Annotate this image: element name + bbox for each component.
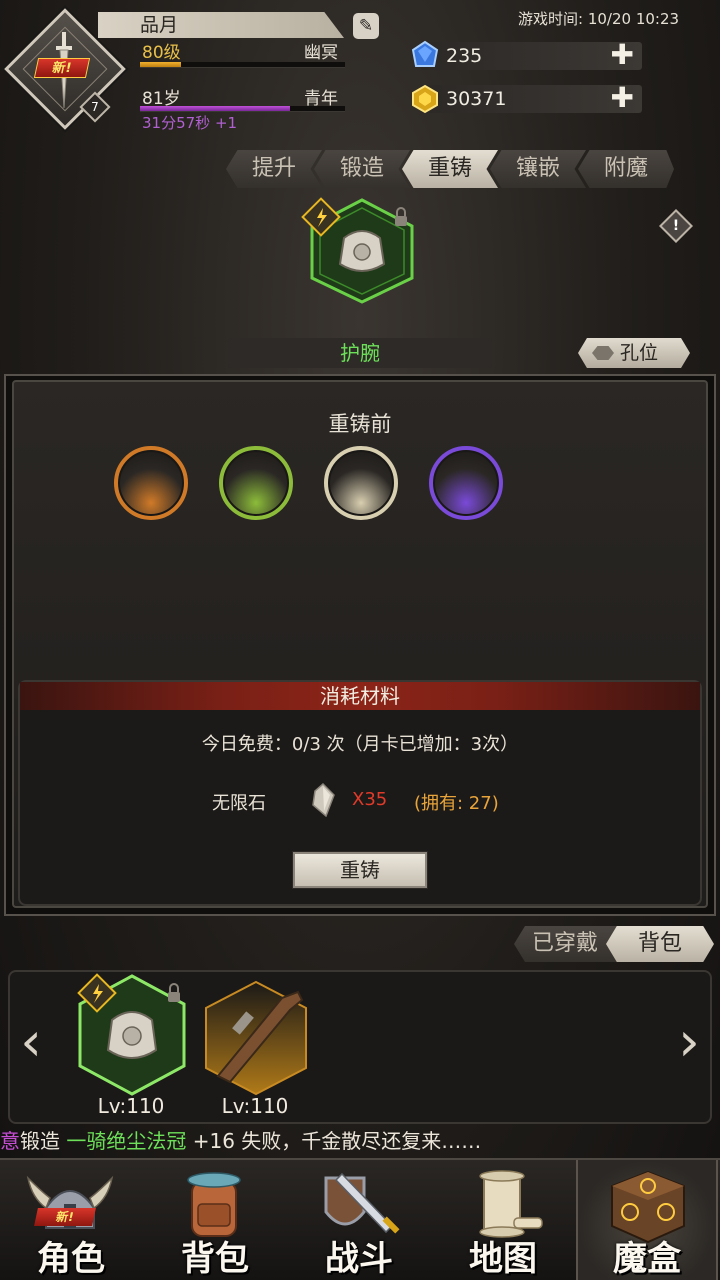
item-name: 护腕 [228, 338, 492, 368]
attribute-orb-white[interactable] [324, 446, 398, 520]
strip-item-bracer[interactable] [76, 972, 188, 1096]
realm-text: 幽冥 [304, 43, 338, 63]
tab-forge[interactable]: 锻造 [314, 150, 410, 188]
material-name: 无限石 [212, 793, 266, 814]
age-row: 81岁 青年 [142, 84, 342, 109]
tab-inlay[interactable]: 镶嵌 [490, 150, 586, 188]
age-timer: 31分57秒 +1 [142, 114, 238, 132]
nav-magic-box-label: 魔盒 [613, 1239, 681, 1279]
attribute-orb-orange[interactable] [114, 446, 188, 520]
nav-backpack-label: 背包 [181, 1239, 249, 1279]
material-title: 消耗材料 [20, 682, 700, 710]
ticker-item: 一骑绝尘法冠 [66, 1129, 187, 1153]
tab-enchant[interactable]: 附魔 [578, 150, 674, 188]
strip-item-level: Lv:110 [221, 1094, 289, 1118]
tab-bag[interactable]: 背包 [606, 926, 714, 962]
add-blue-gem-button[interactable]: ✚ [611, 41, 634, 69]
crystal-stone-icon [312, 783, 335, 817]
before-recast-title: 重铸前 [328, 412, 392, 436]
ticker-prefix: 意 [0, 1129, 20, 1153]
nav-new-badge: 新! [34, 1208, 96, 1226]
free-attempts-text: 今日免费：0/3 次（月卡已增加：3次） [201, 734, 519, 755]
nav-map-label: 地图 [469, 1239, 537, 1279]
forge-tabs: 提升 锻造 重铸 镶嵌 附魔 [226, 150, 674, 188]
blue-gem-value: 235 [446, 45, 483, 67]
player-name: 品月 [98, 12, 344, 38]
game-time: 游戏时间: 10/20 10:23 [518, 10, 680, 28]
attribute-orb-purple[interactable] [429, 446, 503, 520]
nav-magic-box[interactable]: 魔盒 [576, 1160, 718, 1280]
gold-gem-value: 30371 [446, 88, 507, 110]
ticker-result: +16 失败，千金散尽还复来…… [192, 1129, 482, 1153]
resource-gold-gem: 30371 ✚ [420, 84, 642, 113]
gold-gem-icon [412, 84, 438, 114]
news-ticker: 意锻造 一骑绝尘法冠 +16 失败，千金散尽还复来…… [0, 1126, 720, 1156]
nav-battle-label: 战斗 [325, 1239, 393, 1279]
socket-button-label: 孔位 [620, 342, 659, 364]
add-gold-gem-button[interactable]: ✚ [611, 84, 634, 112]
attribute-orb-green[interactable] [219, 446, 293, 520]
blue-gem-icon [411, 40, 439, 67]
nav-character-label: 角色 [37, 1239, 105, 1279]
material-owned: (拥有: 27) [414, 793, 499, 814]
edit-name-icon[interactable]: ✎ [353, 13, 379, 39]
level-row: 80级 幽冥 [142, 38, 342, 63]
nav-map[interactable]: 地图 [432, 1160, 574, 1280]
strip-item-level: Lv:110 [97, 1094, 165, 1118]
info-icon[interactable]: ! [659, 209, 693, 243]
tab-upgrade[interactable]: 提升 [226, 150, 322, 188]
material-cost: X35 [352, 789, 388, 810]
nav-battle[interactable]: 战斗 [288, 1160, 430, 1280]
level-progress-bar [140, 62, 345, 68]
socket-hex-icon [592, 346, 614, 360]
socket-button[interactable]: 孔位 [578, 338, 690, 368]
bracer-item-icon[interactable] [300, 194, 424, 306]
nav-backpack[interactable]: 背包 [144, 1160, 286, 1280]
scroll-right-arrow[interactable]: › [672, 1015, 706, 1070]
level-text: 80级 [142, 43, 181, 63]
resource-blue-gem: 235 ✚ [420, 41, 642, 70]
new-badge: 新! [33, 58, 91, 78]
nav-character[interactable]: 新! 角色 [0, 1160, 142, 1280]
recast-button[interactable]: 重铸 [293, 852, 427, 888]
scroll-left-arrow[interactable]: ‹ [14, 1015, 48, 1070]
tab-recast[interactable]: 重铸 [402, 150, 498, 188]
strip-item-pistol[interactable] [202, 978, 310, 1096]
ticker-action: 锻造 [20, 1129, 60, 1153]
